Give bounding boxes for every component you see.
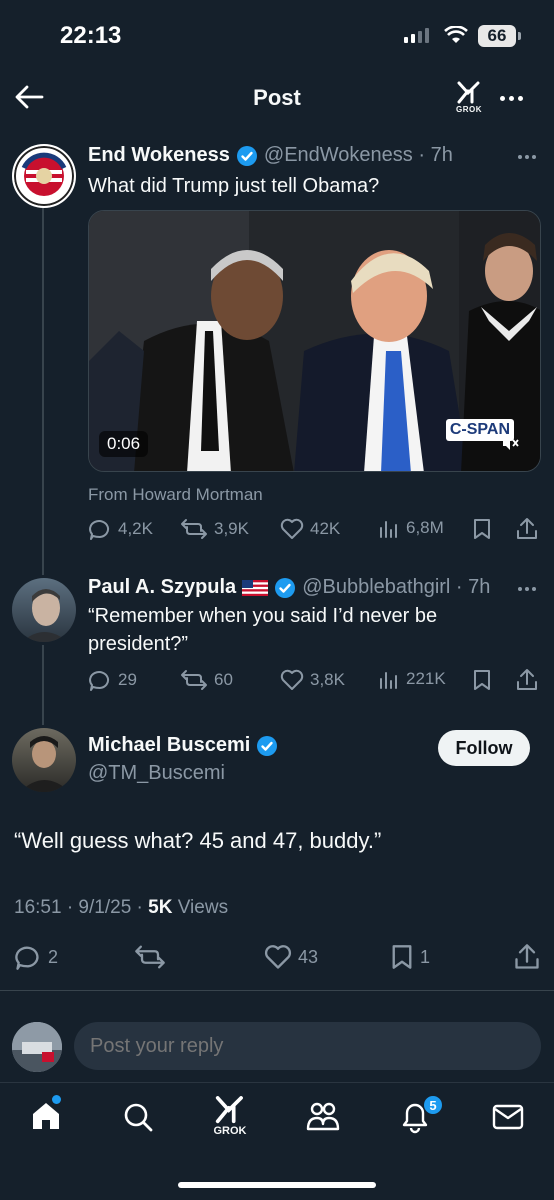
grok-icon	[215, 1096, 243, 1124]
status-time: 22:13	[60, 22, 122, 49]
repost-icon	[135, 945, 165, 969]
post-header: End Wokeness @EndWokeness · 7h	[88, 144, 453, 167]
reply-input[interactable]	[74, 1022, 541, 1070]
repost-count: 3,9K	[214, 519, 249, 538]
thread-connector	[42, 205, 44, 575]
battery-indicator: 66	[478, 25, 521, 47]
video-duration: 0:06	[99, 431, 149, 457]
communities-icon[interactable]	[305, 1100, 341, 1132]
reply-icon	[89, 671, 110, 691]
author-handle: @TM_Buscemi	[88, 762, 225, 784]
messages-icon[interactable]	[492, 1103, 524, 1131]
follow-button[interactable]: Follow	[438, 730, 530, 766]
views-label: Views	[172, 897, 229, 918]
grok-icon	[457, 81, 480, 104]
verified-badge-icon	[257, 735, 278, 756]
thread-connector	[42, 645, 44, 725]
more-options-icon[interactable]	[500, 96, 523, 101]
grok-tab[interactable]: GROK	[210, 1094, 250, 1137]
bookmark-icon	[392, 945, 412, 969]
repost-icon	[181, 519, 207, 539]
divider	[0, 990, 554, 991]
views-chart-icon	[380, 672, 397, 689]
media-attribution[interactable]: From Howard Mortman	[88, 485, 263, 505]
reply-icon	[89, 520, 110, 540]
like-count: 3,8K	[310, 670, 345, 689]
heart-icon	[280, 669, 304, 690]
like-count: 43	[298, 946, 319, 967]
heart-icon	[280, 518, 304, 539]
cellular-signal-icon	[404, 28, 429, 43]
us-flag-icon	[242, 579, 269, 596]
views-count: 5K	[148, 897, 173, 918]
like-button[interactable]: 3,8K	[280, 669, 345, 691]
post-timestamp[interactable]: 16:51 · 9/1/25 ·	[14, 897, 148, 918]
main-post-header: Michael Buscemi	[88, 734, 278, 757]
like-button[interactable]: 42K	[280, 518, 340, 540]
share-icon[interactable]	[516, 668, 538, 692]
mute-icon[interactable]	[502, 435, 520, 451]
repost-button[interactable]: 60	[180, 669, 233, 691]
grok-label: GROK	[213, 1125, 247, 1137]
repost-count: 60	[214, 670, 233, 689]
reply-count: 4,2K	[118, 519, 153, 538]
reply-button[interactable]: 4,2K	[88, 518, 153, 540]
reply-count: 2	[48, 946, 59, 967]
home-notification-dot	[52, 1095, 61, 1104]
share-icon[interactable]	[514, 943, 540, 971]
avatar[interactable]	[12, 728, 76, 792]
verified-badge-icon	[236, 145, 257, 166]
repost-button[interactable]	[134, 944, 172, 970]
share-icon[interactable]	[516, 517, 538, 541]
repost-icon	[181, 670, 207, 690]
post-more-icon[interactable]	[518, 155, 536, 159]
notifications-badge: 5	[423, 1095, 443, 1115]
bookmark-button[interactable]: 1	[390, 944, 430, 970]
like-count: 42K	[310, 519, 341, 538]
heart-icon	[264, 945, 292, 969]
author-name[interactable]: Paul A. Szypula	[88, 576, 236, 599]
avatar[interactable]	[12, 578, 76, 642]
video-player[interactable]: 0:06 C-SPAN	[88, 210, 541, 472]
main-post-text: “Well guess what? 45 and 47, buddy.”	[14, 828, 382, 853]
avatar[interactable]	[12, 144, 76, 208]
views-chart-icon	[380, 521, 397, 538]
home-indicator	[178, 1182, 376, 1188]
home-icon[interactable]	[30, 1100, 62, 1132]
wifi-icon	[444, 26, 468, 44]
views-count: 221K	[406, 669, 446, 688]
post-text: What did Trump just tell Obama?	[88, 175, 380, 197]
like-button[interactable]: 43	[264, 944, 318, 970]
bookmark-count: 1	[420, 946, 431, 967]
repost-button[interactable]: 3,9K	[180, 518, 249, 540]
grok-label: GROK	[456, 105, 482, 114]
bookmark-icon[interactable]	[472, 518, 492, 540]
views-button[interactable]: 221K	[378, 669, 446, 689]
reply-header: Paul A. Szypula @Bubblebathgirl · 7h	[88, 576, 490, 599]
post-meta: 16:51 · 9/1/25 · 5K Views	[14, 897, 228, 919]
reply-button[interactable]: 2	[14, 944, 58, 970]
bookmark-icon[interactable]	[472, 669, 492, 691]
reply-count: 29	[118, 670, 137, 689]
reply-text: “Remember when you said I’d never be pre…	[88, 605, 438, 655]
reply-button[interactable]: 29	[88, 669, 137, 691]
views-count: 6,8M	[406, 518, 444, 537]
post-more-icon[interactable]	[518, 587, 536, 591]
author-handle: @EndWokeness · 7h	[263, 144, 453, 166]
reply-icon	[15, 946, 39, 970]
verified-badge-icon	[275, 577, 296, 598]
views-button[interactable]: 6,8M	[378, 518, 444, 538]
grok-button[interactable]: GROK	[452, 80, 486, 114]
avatar	[12, 1022, 62, 1072]
author-name[interactable]: End Wokeness	[88, 144, 230, 167]
author-name[interactable]: Michael Buscemi	[88, 734, 250, 757]
author-handle: @Bubblebathgirl · 7h	[302, 576, 491, 598]
search-icon[interactable]	[122, 1101, 154, 1133]
